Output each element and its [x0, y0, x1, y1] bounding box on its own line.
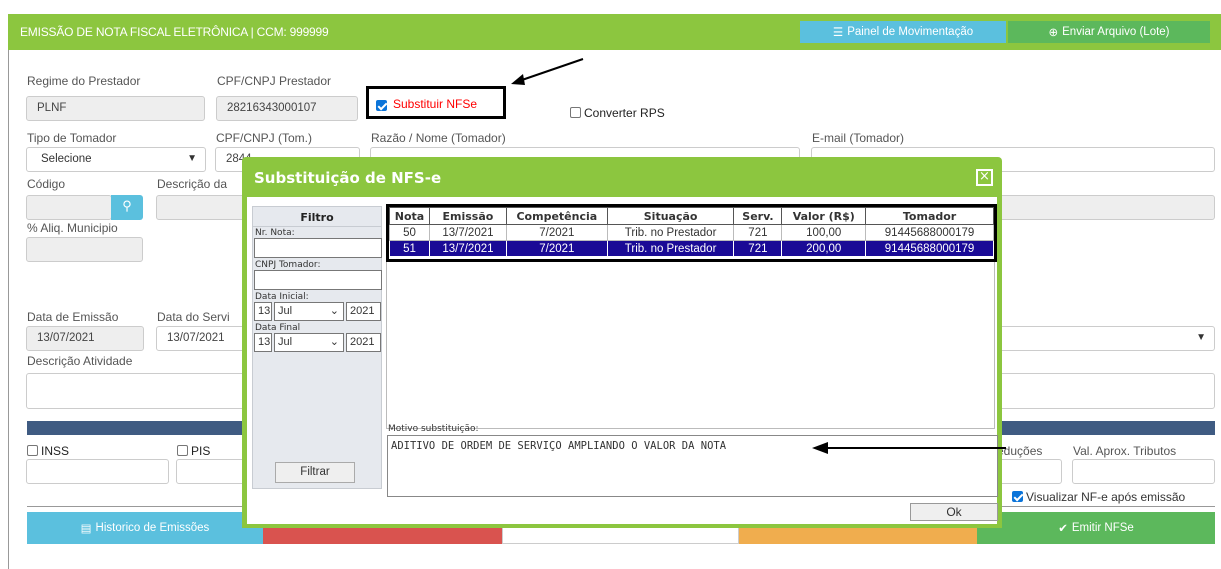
inss-option[interactable]: INSS [27, 444, 69, 458]
aliq-label: % Aliq. Municipio [27, 221, 118, 235]
inss-field[interactable] [26, 459, 169, 484]
data-final-row: 13 Jul ⌄ 2021 [254, 333, 381, 352]
email-label: E-mail (Tomador) [812, 131, 905, 145]
col-nota: Nota [389, 207, 430, 225]
pis-checkbox[interactable] [177, 445, 188, 456]
modal-body: Filtro Nr. Nota: CNPJ Tomador: Data Inic… [247, 197, 998, 524]
df-day[interactable]: 13 [254, 333, 272, 352]
di-day[interactable]: 13 [254, 302, 272, 321]
di-year[interactable]: 2021 [346, 302, 381, 321]
ok-button[interactable]: Ok [910, 503, 998, 521]
val-aprox-field[interactable] [1072, 459, 1215, 484]
results-table-highlight: Nota Emissão Competência Situação Serv. … [386, 204, 997, 262]
data-inicial-row: 13 Jul ⌄ 2021 [254, 302, 381, 321]
substituicao-modal: Substituição de NFS-e × Filtro Nr. Nota:… [242, 157, 1002, 528]
cnpj-tomador-input[interactable] [254, 270, 382, 290]
page-title: EMISSÃO DE NOTA FISCAL ELETRÔNICA | CCM:… [20, 25, 329, 39]
descricao-label: Descrição da [157, 177, 228, 191]
col-competencia: Competência [505, 207, 608, 225]
tipo-tomador-label: Tipo de Tomador [27, 131, 117, 145]
results-table: Nota Emissão Competência Situação Serv. … [389, 207, 994, 257]
enviar-arquivo-button[interactable]: ⊕ Enviar Arquivo (Lote) [1008, 21, 1210, 43]
converter-checkbox[interactable] [570, 107, 581, 118]
cpf-tomador-label: CPF/CNPJ (Tom.) [216, 131, 312, 145]
regime-field[interactable]: PLNF [26, 96, 205, 121]
cpf-prestador-label: CPF/CNPJ Prestador [217, 74, 332, 88]
data-servico-field[interactable]: 13/07/2021 [156, 326, 256, 351]
nr-nota-label: Nr. Nota: [255, 228, 295, 238]
substituir-label: Substituir NFSe [393, 97, 478, 111]
upload-icon: ⊕ [1048, 27, 1059, 39]
cnpj-tomador-label: CNPJ Tomador: [255, 260, 321, 270]
filtrar-button[interactable]: Filtrar [275, 462, 355, 483]
substituir-checkbox[interactable] [376, 99, 390, 113]
codigo-field[interactable] [26, 195, 112, 220]
pis-option[interactable]: PIS [177, 444, 210, 458]
emitir-button[interactable]: ✔ Emitir NFSe [977, 512, 1215, 544]
inss-checkbox[interactable] [27, 445, 38, 456]
descricao-atividade-label: Descrição Atividade [27, 354, 133, 368]
search-button[interactable]: ⚲ [111, 195, 143, 220]
aliq-field[interactable] [26, 237, 143, 262]
codigo-label: Código [27, 177, 66, 191]
col-situacao: Situação [606, 207, 735, 225]
table-row-selected[interactable]: 51 13/7/2021 7/2021 Trib. no Prestador 7… [389, 240, 994, 257]
close-icon[interactable]: × [976, 169, 993, 186]
motivo-label: Motivo substituição: [388, 424, 479, 434]
search-icon: ⚲ [122, 198, 132, 213]
painel-movimentacao-button[interactable]: ☰ Painel de Movimentação [800, 21, 1006, 43]
filter-panel: Filtro Nr. Nota: CNPJ Tomador: Data Inic… [252, 206, 382, 489]
razao-label: Razão / Nome (Tomador) [371, 131, 506, 145]
data-emissao-field[interactable]: 13/07/2021 [26, 326, 144, 351]
list-icon: ☰ [832, 27, 844, 39]
data-servico-label: Data do Servi [157, 310, 230, 324]
nr-nota-input[interactable] [254, 238, 382, 258]
val-aprox-label: Val. Aprox. Tributos [1073, 444, 1177, 458]
di-month-select[interactable]: Jul ⌄ [274, 302, 344, 321]
table-row[interactable]: 50 13/7/2021 7/2021 Trib. no Prestador 7… [389, 224, 994, 241]
chevron-down-icon: ⌄ [329, 305, 339, 317]
tipo-tomador-select[interactable]: Selecione ▼ [26, 147, 206, 172]
servico-select[interactable]: ▼ [990, 326, 1215, 351]
visualizar-checkbox[interactable] [1012, 491, 1023, 502]
col-valor: Valor (R$) [781, 207, 867, 225]
data-emissao-label: Data de Emissão [27, 310, 119, 324]
chevron-down-icon: ▼ [1196, 332, 1206, 343]
data-inicial-label: Data Inicial: [255, 292, 309, 302]
check-circle-icon: ✔ [1058, 523, 1068, 535]
df-month-select[interactable]: Jul ⌄ [274, 333, 344, 352]
list-icon: ▤ [80, 523, 92, 535]
chevron-down-icon: ⌄ [329, 336, 339, 348]
col-emissao: Emissão [428, 207, 507, 225]
filter-title: Filtro [253, 207, 381, 227]
visualizar-option[interactable]: Visualizar NF-e após emissão [1012, 490, 1185, 504]
data-final-label: Data Final [255, 323, 301, 333]
chevron-down-icon: ▼ [187, 153, 197, 164]
cpf-prestador-field[interactable]: 28216343000107 [216, 96, 358, 121]
historico-button[interactable]: ▤ Historico de Emissões [27, 512, 263, 544]
df-year[interactable]: 2021 [346, 333, 381, 352]
col-tomador: Tomador [865, 207, 994, 225]
annotation-arrow-top [511, 58, 584, 85]
annotation-arrow-motivo [812, 442, 1006, 454]
regime-label: Regime do Prestador [27, 74, 141, 88]
col-serv: Serv. [733, 207, 783, 225]
converter-rps[interactable]: Converter RPS [570, 106, 665, 120]
modal-title: Substituição de NFS-e [254, 169, 442, 187]
